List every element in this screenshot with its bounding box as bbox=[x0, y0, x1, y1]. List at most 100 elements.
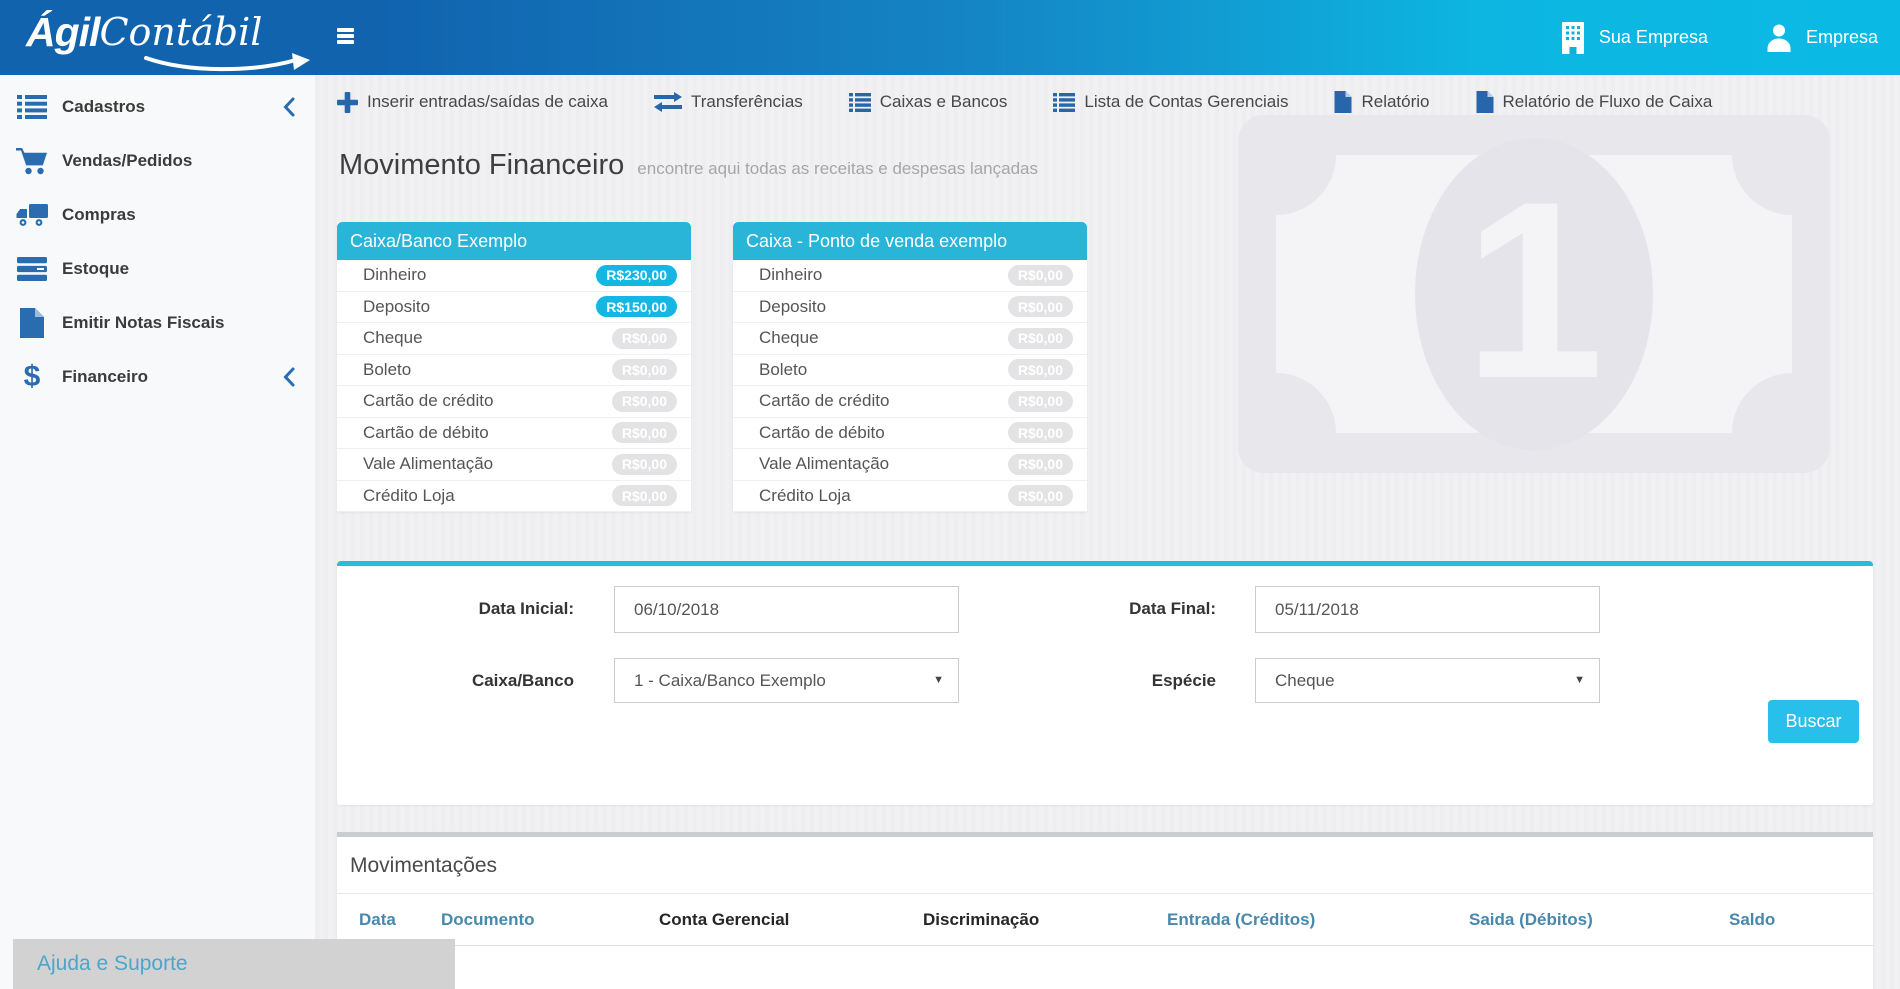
sidebar-item-compras[interactable]: Compras bbox=[0, 188, 315, 242]
toolbar-item-label: Lista de Contas Gerenciais bbox=[1084, 92, 1288, 112]
amount-badge: R$0,00 bbox=[1008, 422, 1073, 443]
account-row-label: Dinheiro bbox=[363, 265, 596, 285]
end-date-input[interactable] bbox=[1255, 586, 1600, 633]
stack-icon bbox=[13, 257, 51, 281]
account-row-label: Cartão de débito bbox=[759, 423, 1008, 443]
especie-select[interactable]: Cheque ▼ bbox=[1255, 658, 1600, 703]
buscar-button[interactable]: Buscar bbox=[1768, 700, 1859, 743]
sidebar-item-cadastros[interactable]: Cadastros bbox=[0, 80, 315, 134]
person-icon bbox=[1766, 24, 1792, 52]
sidebar-item-estoque[interactable]: Estoque bbox=[0, 242, 315, 296]
toolbar-relatorio[interactable]: Relatório bbox=[1334, 91, 1429, 113]
amount-badge: R$0,00 bbox=[612, 391, 677, 412]
account-card-title: Caixa/Banco Exemplo bbox=[337, 222, 691, 260]
toolbar-insert-entries[interactable]: Inserir entradas/saídas de caixa bbox=[337, 92, 608, 113]
account-row-label: Vale Alimentação bbox=[363, 454, 612, 474]
toolbar-item-label: Caixas e Bancos bbox=[880, 92, 1008, 112]
sidebar: Cadastros Vendas/Pedidos Compras bbox=[0, 75, 315, 989]
chevron-left-icon[interactable] bbox=[282, 367, 295, 387]
sidebar-item-emitir-notas-fiscais[interactable]: Emitir Notas Fiscais bbox=[0, 296, 315, 350]
account-row-label: Crédito Loja bbox=[363, 486, 612, 506]
toolbar-lista-contas-gerenciais[interactable]: Lista de Contas Gerenciais bbox=[1053, 92, 1288, 112]
amount-badge: R$0,00 bbox=[1008, 454, 1073, 475]
account-row: Boleto R$0,00 bbox=[337, 355, 691, 387]
app-logo[interactable]: Ágil Contábil bbox=[26, 6, 262, 70]
account-row-label: Cheque bbox=[363, 328, 612, 348]
account-row-label: Vale Alimentação bbox=[759, 454, 1008, 474]
amount-badge: R$0,00 bbox=[1008, 359, 1073, 380]
account-row: Vale Alimentação R$0,00 bbox=[733, 449, 1087, 481]
account-row: Cartão de crédito R$0,00 bbox=[733, 386, 1087, 418]
toolbar-item-label: Relatório de Fluxo de Caixa bbox=[1503, 92, 1713, 112]
list-icon bbox=[1053, 93, 1075, 112]
amount-badge: R$230,00 bbox=[596, 265, 677, 286]
sidebar-item-label: Financeiro bbox=[62, 367, 148, 387]
list-icon bbox=[13, 95, 51, 119]
account-card-ponto-de-venda: Caixa - Ponto de venda exemplo Dinheiro … bbox=[733, 222, 1087, 512]
toolbar-item-label: Transferências bbox=[691, 92, 803, 112]
toolbar-transferencias[interactable]: Transferências bbox=[654, 92, 803, 112]
account-row-label: Cheque bbox=[759, 328, 1008, 348]
species-select-label: Espécie bbox=[977, 658, 1216, 704]
column-header-entrada-creditos[interactable]: Entrada (Créditos) bbox=[1167, 894, 1315, 946]
page-subtitle: encontre aqui todas as receitas e despes… bbox=[637, 159, 1038, 179]
column-header-saldo[interactable]: Saldo bbox=[1729, 894, 1775, 946]
start-date-input[interactable] bbox=[614, 586, 959, 633]
company-switcher-label: Sua Empresa bbox=[1599, 27, 1708, 48]
sidebar-item-label: Vendas/Pedidos bbox=[62, 151, 192, 171]
file-icon bbox=[1334, 91, 1352, 113]
sidebar-item-label: Estoque bbox=[62, 259, 129, 279]
sidebar-item-vendas-pedidos[interactable]: Vendas/Pedidos bbox=[0, 134, 315, 188]
hamburger-menu-icon[interactable] bbox=[337, 28, 355, 47]
logo-text-agil: Ágil bbox=[26, 6, 99, 58]
account-row: Cartão de crédito R$0,00 bbox=[337, 386, 691, 418]
column-header-conta-gerencial: Conta Gerencial bbox=[659, 894, 789, 946]
account-row: Crédito Loja R$0,00 bbox=[337, 481, 691, 513]
toolbar-item-label: Inserir entradas/saídas de caixa bbox=[367, 92, 608, 112]
start-date-label: Data Inicial: bbox=[337, 586, 574, 632]
sidebar-item-financeiro[interactable]: $ Financeiro bbox=[0, 350, 315, 404]
account-row-label: Cartão de crédito bbox=[759, 391, 1008, 411]
amount-badge: R$0,00 bbox=[1008, 296, 1073, 317]
sidebar-item-label: Emitir Notas Fiscais bbox=[62, 313, 225, 333]
end-date-label: Data Final: bbox=[977, 586, 1216, 632]
company-switcher[interactable]: Sua Empresa bbox=[1561, 22, 1708, 54]
page-header: Movimento Financeiro encontre aqui todas… bbox=[339, 149, 1038, 182]
account-card-title: Caixa - Ponto de venda exemplo bbox=[733, 222, 1087, 260]
help-support-tooltip[interactable]: Ajuda e Suporte bbox=[13, 939, 455, 989]
column-header-documento[interactable]: Documento bbox=[441, 894, 535, 946]
account-select-label: Caixa/Banco bbox=[337, 658, 574, 704]
main-content: 1 Inserir entradas/saídas de caixa Trans… bbox=[315, 75, 1900, 989]
dropdown-arrow-icon: ▼ bbox=[1574, 659, 1585, 702]
account-row: Boleto R$0,00 bbox=[733, 355, 1087, 387]
user-menu[interactable]: Empresa bbox=[1766, 24, 1878, 52]
amount-badge: R$0,00 bbox=[612, 328, 677, 349]
amount-badge: R$0,00 bbox=[612, 454, 677, 475]
chevron-left-icon[interactable] bbox=[282, 97, 295, 117]
toolbar-caixas-e-bancos[interactable]: Caixas e Bancos bbox=[849, 92, 1008, 112]
toolbar-item-label: Relatório bbox=[1361, 92, 1429, 112]
account-row-label: Crédito Loja bbox=[759, 486, 1008, 506]
movements-table-header: Data Documento Conta Gerencial Discrimin… bbox=[337, 894, 1873, 946]
amount-badge: R$0,00 bbox=[1008, 328, 1073, 349]
transfer-arrows-icon bbox=[654, 92, 682, 112]
truck-icon bbox=[13, 203, 51, 227]
toolbar-relatorio-fluxo-caixa[interactable]: Relatório de Fluxo de Caixa bbox=[1476, 91, 1713, 113]
account-row-label: Cartão de crédito bbox=[363, 391, 612, 411]
user-menu-label: Empresa bbox=[1806, 27, 1878, 48]
sidebar-item-label: Cadastros bbox=[62, 97, 145, 117]
column-header-saida-debitos[interactable]: Saida (Débitos) bbox=[1469, 894, 1593, 946]
caixa-banco-select[interactable]: 1 - Caixa/Banco Exemplo ▼ bbox=[614, 658, 959, 703]
account-row-label: Deposito bbox=[363, 297, 596, 317]
account-row: Deposito R$0,00 bbox=[733, 292, 1087, 324]
filter-panel: Data Inicial: Data Final: Caixa/Banco 1 … bbox=[337, 561, 1873, 805]
logo-swoosh-arrow-icon bbox=[144, 52, 312, 76]
top-header: Ágil Contábil bbox=[0, 0, 1900, 75]
account-card-caixa-banco-exemplo: Caixa/Banco Exemplo Dinheiro R$230,00 De… bbox=[337, 222, 691, 512]
sidebar-item-label: Compras bbox=[62, 205, 136, 225]
account-row-label: Dinheiro bbox=[759, 265, 1008, 285]
plus-icon bbox=[337, 92, 358, 113]
header-right: Sua Empresa Empresa bbox=[1561, 0, 1878, 75]
especie-select-value: Cheque bbox=[1275, 671, 1335, 690]
account-row: Cartão de débito R$0,00 bbox=[733, 418, 1087, 450]
